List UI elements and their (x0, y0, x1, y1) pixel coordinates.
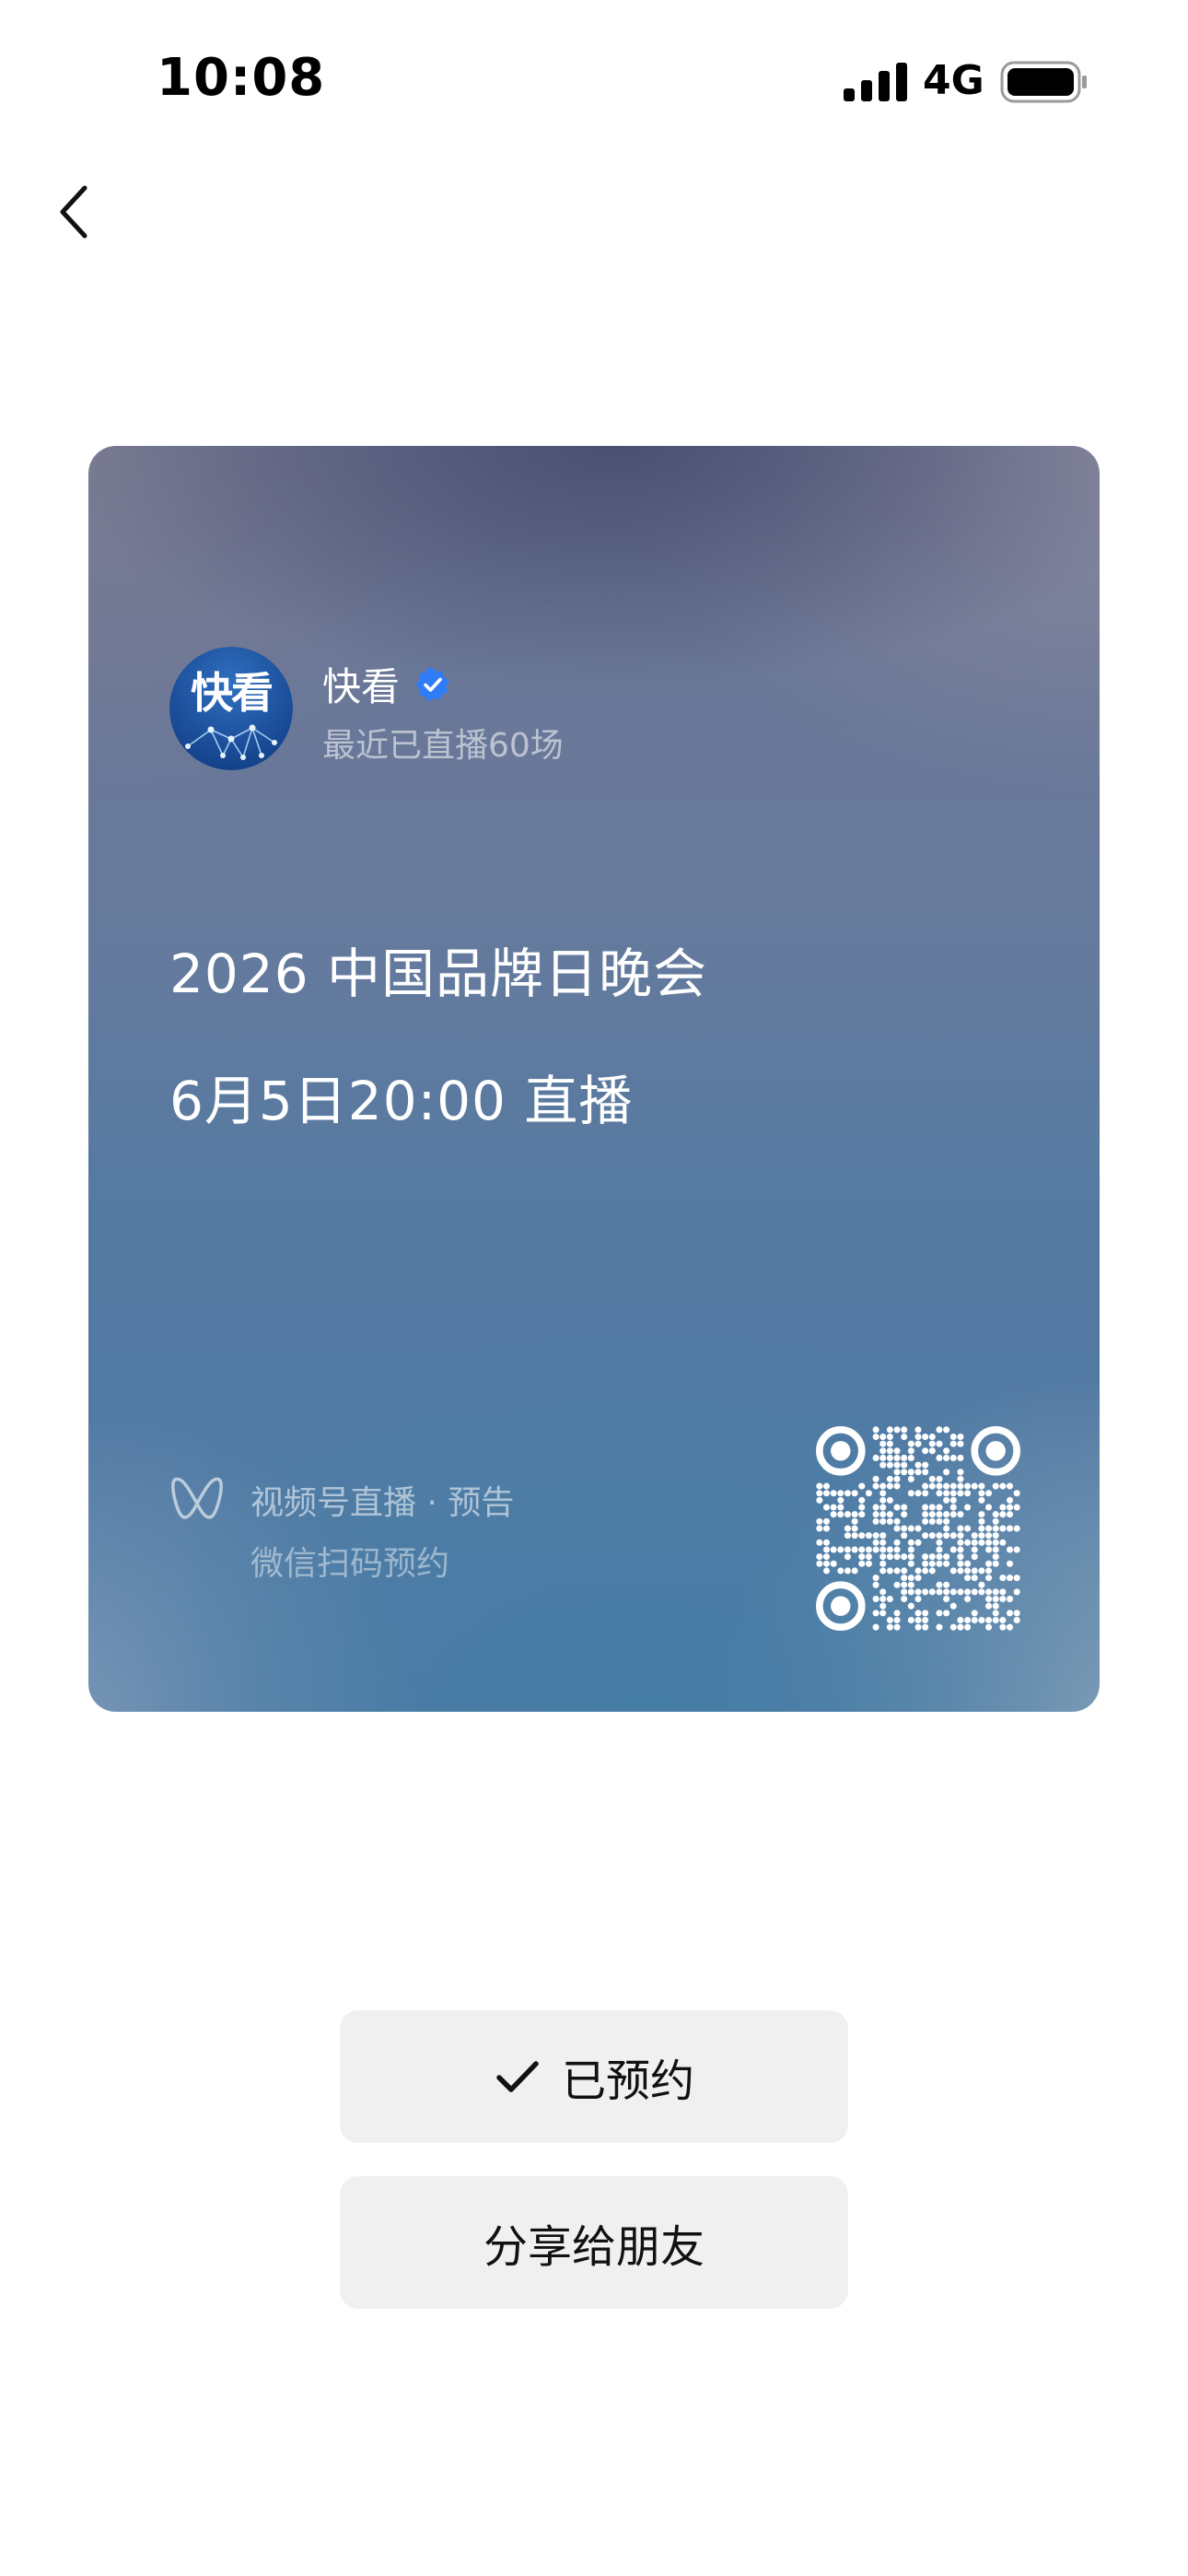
share-button-label: 分享给朋友 (483, 2223, 705, 2272)
verified-badge-icon (415, 667, 449, 701)
checkmark-icon (496, 2061, 539, 2092)
channels-live-preview-label: 视频号直播 · 预告 (250, 1484, 515, 1522)
status-bar: 10:08 4G (0, 0, 1188, 157)
channel-name[interactable]: 快看 (322, 656, 451, 712)
channel-name-label: 快看 (322, 664, 401, 709)
event-time: 6月5日20:00 直播 (169, 1070, 634, 1132)
chevron-left-icon (60, 185, 87, 239)
signal-icon (844, 63, 907, 101)
live-preview-card: 快看 快看 最近已直播60场 2026 中国品牌日晚会 6月5日20:00 直播… (88, 446, 1100, 1712)
status-time: 10:08 (157, 48, 326, 108)
battery-icon (1000, 61, 1087, 103)
qr-code-icon[interactable] (816, 1426, 1020, 1631)
event-title: 2026 中国品牌日晚会 (169, 943, 708, 1005)
avatar[interactable]: 快看 (169, 647, 293, 770)
back-button[interactable] (37, 175, 111, 249)
share-to-friends-button[interactable]: 分享给朋友 (340, 2176, 848, 2309)
scan-to-reserve-label: 微信扫码预约 (250, 1545, 450, 1583)
reserved-button[interactable]: 已预约 (340, 2010, 848, 2143)
avatar-text: 快看 (191, 668, 274, 718)
channels-logo-icon (171, 1477, 223, 1519)
live-count: 最近已直播60场 (322, 727, 564, 765)
network-label: 4G (923, 57, 984, 104)
reserved-button-label: 已预约 (561, 2057, 694, 2106)
live-preview-screen: 10:08 4G 快看 快看 最近已直播60场 2026 中国品牌日晚会 6月5… (0, 0, 1188, 2576)
